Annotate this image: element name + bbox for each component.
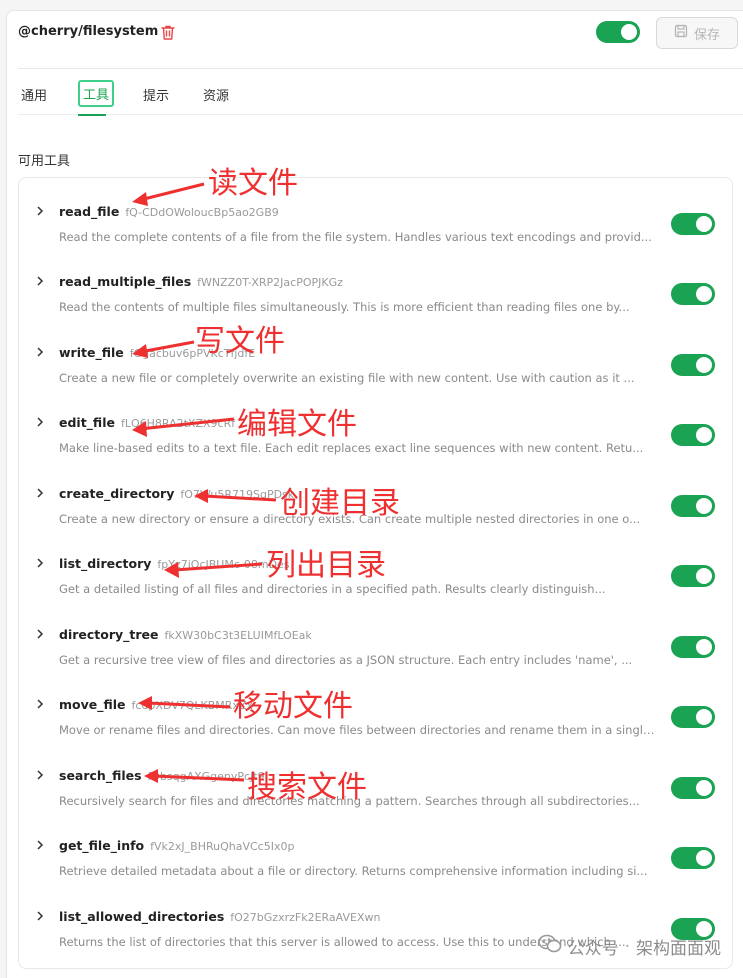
tab-prompts[interactable]: 提示 xyxy=(140,83,172,106)
chevron-right-icon[interactable] xyxy=(34,272,46,286)
chevron-right-icon[interactable] xyxy=(34,343,46,357)
tool-row: edit_filefLQ6H8RA2tXZX9cRf Make line-bas… xyxy=(19,399,732,469)
chevron-right-icon[interactable] xyxy=(34,484,46,498)
tool-enable-toggle[interactable] xyxy=(671,495,715,517)
tool-enable-toggle[interactable] xyxy=(671,424,715,446)
header: @cherry/filesystem 保存 xyxy=(18,17,743,69)
tool-name: write_file xyxy=(59,345,124,360)
tool-description: Move or rename files and directories. Ca… xyxy=(59,723,659,737)
tool-id: fkXW30bC3t3ELUIMfLOEak xyxy=(164,629,312,642)
tool-name: read_multiple_files xyxy=(59,274,192,289)
tool-description: Get a detailed listing of all files and … xyxy=(59,582,606,596)
tool-row: search_files fDbsqgAXGgenyPcJt9 Recursive… xyxy=(19,752,732,822)
annotation-edit-file: 编辑文件 xyxy=(237,407,357,442)
annotation-arrow xyxy=(132,340,195,358)
chevron-right-icon[interactable] xyxy=(34,836,46,850)
tab-tools[interactable]: 工具 xyxy=(78,80,115,107)
tool-name: get_file_info xyxy=(59,838,145,853)
tool-description: Read the contents of multiple files simu… xyxy=(59,300,630,314)
tool-name: search_files xyxy=(59,768,142,783)
tool-id: fO27bGzxrzFk2ERaAVEXwn xyxy=(230,911,381,924)
tool-name: directory_tree xyxy=(59,627,159,642)
tool-row: write_file fGgacbuv6pPVKcTfjdfE Create a … xyxy=(19,329,732,399)
annotation-create-directory: 创建目录 xyxy=(280,486,400,521)
server-enable-toggle[interactable] xyxy=(596,21,640,43)
tool-description: Create a new file or completely overwrit… xyxy=(59,371,635,385)
server-name: @cherry/filesystem xyxy=(18,24,159,39)
tool-description: Retrieve detailed metadata about a file … xyxy=(59,864,648,878)
tool-name: read_file xyxy=(59,204,120,219)
section-title: 可用工具 xyxy=(18,154,71,169)
tool-row: read_file fQ-CDdOWoloucBp5ao2GB9 Read the… xyxy=(19,188,732,258)
watermark-right: 架构面面观 xyxy=(636,939,721,959)
tool-enable-toggle[interactable] xyxy=(671,706,715,728)
annotation-arrow xyxy=(132,182,205,206)
watermark-separator: · xyxy=(624,936,630,957)
tab-bar: 通用 工具 提示 资源 xyxy=(18,80,743,116)
save-button[interactable]: 保存 xyxy=(656,17,738,49)
tool-enable-toggle[interactable] xyxy=(671,777,715,799)
tool-name: list_allowed_directories xyxy=(59,909,225,924)
annotation-arrow xyxy=(164,562,263,578)
tab-general[interactable]: 通用 xyxy=(18,83,50,106)
chevron-right-icon[interactable] xyxy=(34,695,46,709)
tool-id: fVk2xJ_BHRuQhaVCc5Ix0p xyxy=(150,840,295,853)
chevron-right-icon[interactable] xyxy=(34,907,46,921)
tool-name: edit_file xyxy=(59,415,115,430)
chevron-right-icon[interactable] xyxy=(34,625,46,639)
tool-enable-toggle[interactable] xyxy=(671,636,715,658)
annotation-arrow xyxy=(144,769,245,783)
tool-description: Make line-based edits to a text file. Ea… xyxy=(59,441,644,455)
delete-icon[interactable] xyxy=(161,25,177,41)
chevron-right-icon[interactable] xyxy=(34,413,46,427)
tool-enable-toggle[interactable] xyxy=(671,354,715,376)
tool-row: read_multiple_files fWNZZ0T-XRP2JacPOPJKG… xyxy=(19,258,732,328)
annotation-arrow xyxy=(138,696,231,710)
tool-enable-toggle[interactable] xyxy=(671,213,715,235)
active-tab-indicator xyxy=(78,114,106,116)
save-label: 保存 xyxy=(693,27,720,43)
tab-resources[interactable]: 资源 xyxy=(200,83,232,106)
chevron-right-icon[interactable] xyxy=(34,554,46,568)
tool-row: get_file_info fVk2xJ_BHRuQhaVCc5Ix0p Retr… xyxy=(19,822,732,892)
annotation-write-file: 写文件 xyxy=(195,324,285,359)
annotation-arrow xyxy=(194,489,277,503)
watermark: 公众号 · 架构面面观 xyxy=(537,934,721,959)
tool-name: create_directory xyxy=(59,486,175,501)
chevron-right-icon[interactable] xyxy=(34,202,46,216)
annotation-read-file: 读文件 xyxy=(208,166,298,201)
save-icon xyxy=(674,24,688,42)
tool-enable-toggle[interactable] xyxy=(671,565,715,587)
annotation-move-file: 移动文件 xyxy=(233,689,353,724)
tool-description: Get a recursive tree view of files and d… xyxy=(59,653,633,667)
tool-enable-toggle[interactable] xyxy=(671,283,715,305)
tool-row: directory_tree fkXW30bC3t3ELUIMfLOEak Get… xyxy=(19,611,732,681)
tool-enable-toggle[interactable] xyxy=(671,847,715,869)
tool-id: fQ-CDdOWoloucBp5ao2GB9 xyxy=(125,206,279,219)
tool-description: Read the complete contents of a file fro… xyxy=(59,230,652,244)
tool-id: fWNZZ0T-XRP2JacPOPJKGz xyxy=(197,276,343,289)
annotation-search-files: 搜索文件 xyxy=(247,770,367,805)
wechat-icon xyxy=(537,934,562,959)
chevron-right-icon[interactable] xyxy=(34,766,46,780)
watermark-left: 公众号 xyxy=(567,939,619,959)
tool-name: list_directory xyxy=(59,556,152,571)
tool-name: move_file xyxy=(59,697,126,712)
tool-row: move_filefcdpXDV7QLKBMRxZx Move or renam… xyxy=(19,681,732,751)
annotation-list-directory: 列出目录 xyxy=(266,548,386,583)
annotation-arrow xyxy=(132,417,235,437)
